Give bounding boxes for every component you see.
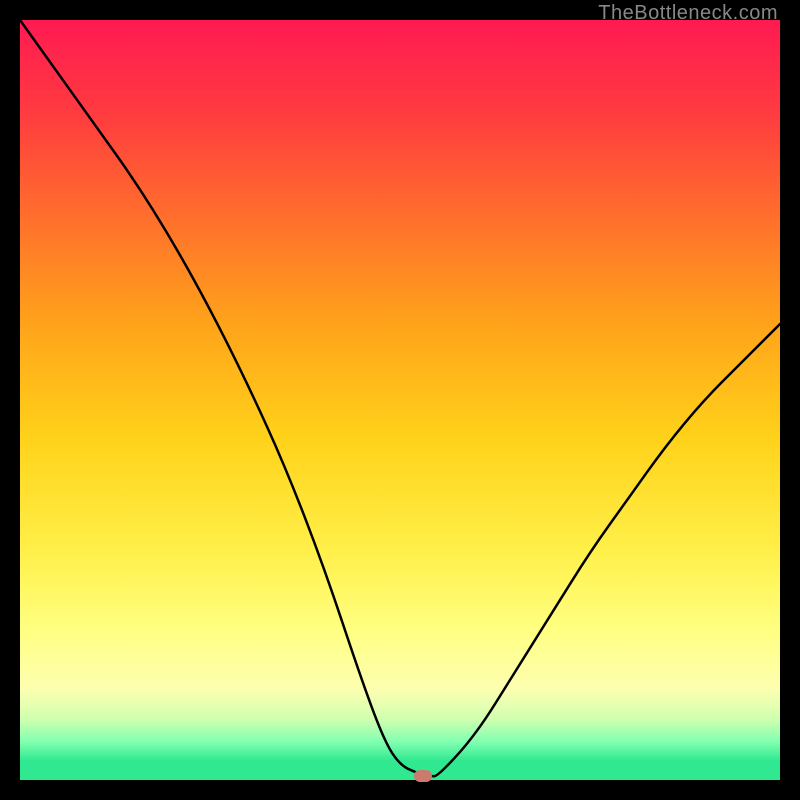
optimum-marker xyxy=(414,770,432,782)
curve-svg xyxy=(20,20,780,780)
bottleneck-curve-path xyxy=(20,20,780,776)
chart-container: TheBottleneck.com xyxy=(0,0,800,800)
